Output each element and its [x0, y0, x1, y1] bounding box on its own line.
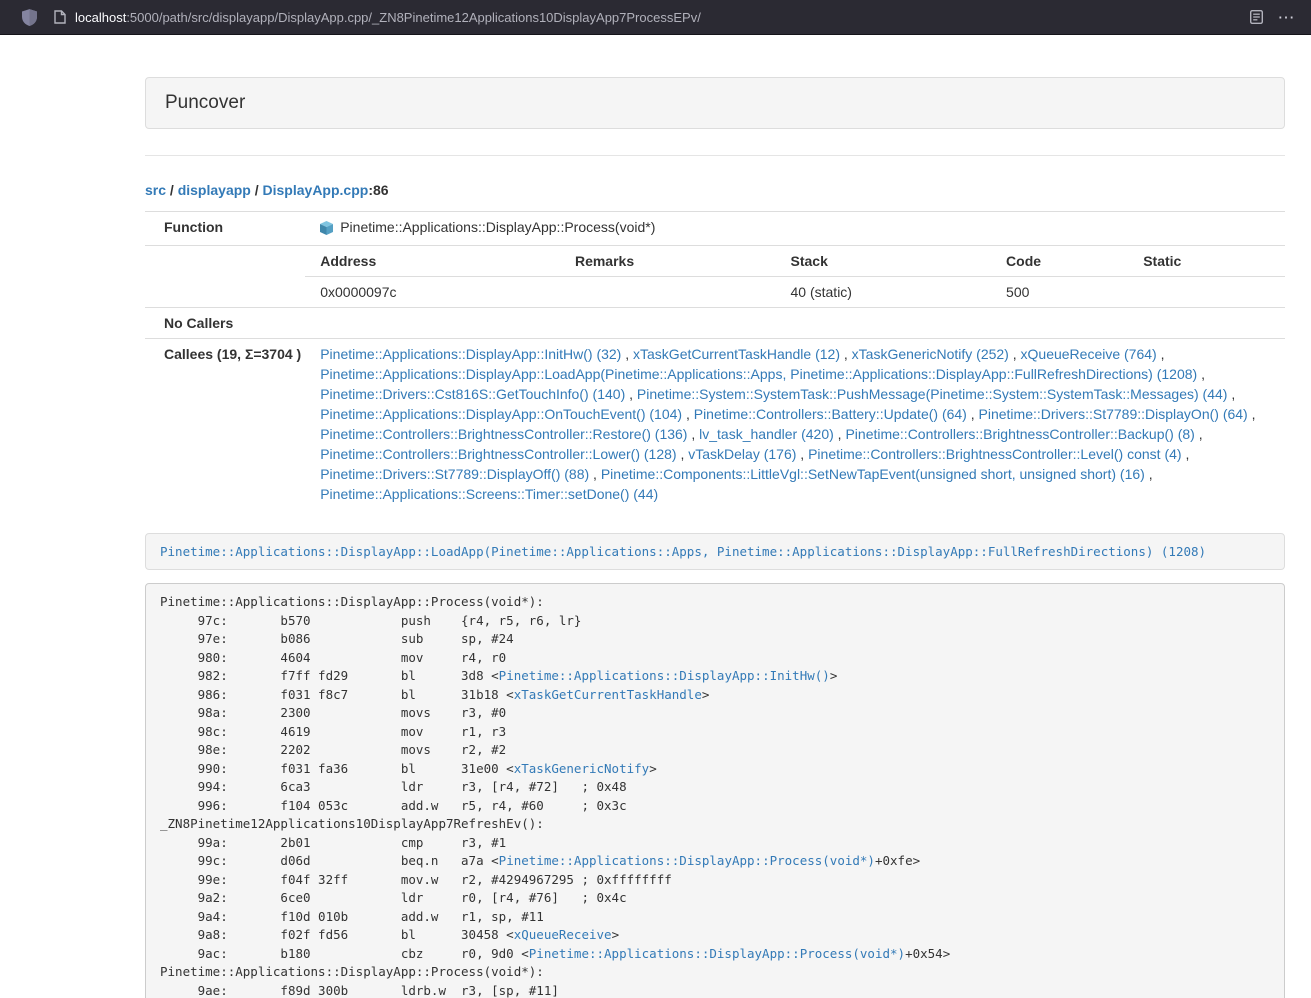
callee-link[interactable]: vTaskDelay (176): [688, 446, 796, 462]
code-symbol-link[interactable]: xTaskGetCurrentTaskHandle: [514, 687, 702, 702]
metrics-row: Address Remarks Stack Code Static 0x0000…: [145, 246, 1285, 308]
callee-link[interactable]: Pinetime::System::SystemTask::PushMessag…: [637, 386, 1228, 402]
column-header-static: Static: [1128, 246, 1285, 277]
function-name: Pinetime::Applications::DisplayApp::Proc…: [340, 217, 655, 237]
breadcrumb: src / displayapp / DisplayApp.cpp:86: [145, 182, 1285, 198]
column-header-stack: Stack: [776, 246, 992, 277]
code-symbol-link[interactable]: Pinetime::Applications::DisplayApp::Proc…: [499, 853, 875, 868]
no-callers-label: No Callers: [145, 308, 305, 339]
column-header-code: Code: [991, 246, 1128, 277]
stack-value: 40 (static): [776, 277, 992, 308]
url-host: localhost: [75, 10, 126, 25]
kebab-menu-icon[interactable]: ⋯: [1271, 3, 1301, 31]
callees-label: Callees (19, Σ=3704 ): [145, 339, 305, 510]
callee-link[interactable]: Pinetime::Applications::DisplayApp::Init…: [320, 346, 621, 362]
callee-link[interactable]: Pinetime::Controllers::BrightnessControl…: [320, 426, 687, 442]
callee-link[interactable]: xQueueReceive (764): [1021, 346, 1157, 362]
url-path: :5000/path/src/displayapp/DisplayApp.cpp…: [126, 10, 701, 25]
callee-link[interactable]: xTaskGenericNotify (252): [852, 346, 1009, 362]
metrics-values-row: 0x0000097c 40 (static) 500: [305, 277, 1285, 308]
callee-link[interactable]: Pinetime::Components::LittleVgl::SetNewT…: [601, 466, 1145, 482]
callee-link[interactable]: Pinetime::Applications::Screens::Timer::…: [320, 486, 658, 502]
breadcrumb-separator: /: [251, 182, 263, 198]
callee-link[interactable]: Pinetime::Applications::DisplayApp::Load…: [320, 366, 1197, 382]
callee-link[interactable]: Pinetime::Applications::DisplayApp::OnTo…: [320, 406, 682, 422]
breadcrumb-separator: /: [166, 182, 178, 198]
no-callers-row: No Callers: [145, 308, 1285, 339]
callee-link[interactable]: Pinetime::Controllers::Battery::Update()…: [694, 406, 967, 422]
code-size-value: 500: [991, 277, 1128, 308]
tracking-protection-shield-icon[interactable]: [22, 9, 37, 26]
column-header-remarks: Remarks: [560, 246, 776, 277]
code-symbol-link[interactable]: xQueueReceive: [514, 927, 612, 942]
breadcrumb-file-link[interactable]: DisplayApp.cpp: [263, 182, 369, 198]
callees-list: Pinetime::Applications::DisplayApp::Init…: [305, 339, 1285, 510]
callee-link[interactable]: Pinetime::Drivers::Cst816S::GetTouchInfo…: [320, 386, 625, 402]
callee-link[interactable]: lv_task_handler (420): [699, 426, 834, 442]
function-row: Function Pinetime::Applications::Display…: [145, 212, 1285, 246]
static-value: [1128, 277, 1285, 308]
code-symbol-link[interactable]: Pinetime::Applications::DisplayApp::Init…: [499, 668, 830, 683]
browser-toolbar: localhost:5000/path/src/displayapp/Displ…: [0, 0, 1311, 35]
page-proxy-icon[interactable]: [54, 10, 66, 24]
page-title: Puncover: [165, 92, 245, 113]
callee-link[interactable]: Pinetime::Controllers::BrightnessControl…: [845, 426, 1194, 442]
divider: [145, 155, 1285, 156]
symbol-panel: Pinetime::Applications::DisplayApp::Load…: [145, 533, 1285, 570]
callee-link[interactable]: Pinetime::Controllers::BrightnessControl…: [320, 446, 676, 462]
loadapp-symbol-link[interactable]: Pinetime::Applications::DisplayApp::Load…: [160, 544, 1206, 559]
code-symbol-link[interactable]: xTaskGenericNotify: [514, 761, 649, 776]
column-header-address: Address: [305, 246, 560, 277]
app-title-panel: Puncover: [145, 77, 1285, 129]
metrics-table: Address Remarks Stack Code Static 0x0000…: [305, 246, 1285, 307]
function-label: Function: [145, 212, 305, 246]
page-content: Puncover src / displayapp / DisplayApp.c…: [0, 35, 1311, 998]
breadcrumb-line-number: :86: [368, 182, 388, 198]
remarks-value: [560, 277, 776, 308]
function-type-icon: [320, 220, 333, 240]
breadcrumb-displayapp-link[interactable]: displayapp: [178, 182, 251, 198]
breadcrumb-src-link[interactable]: src: [145, 182, 166, 198]
callee-link[interactable]: Pinetime::Drivers::St7789::DisplayOn() (…: [979, 406, 1248, 422]
callee-link[interactable]: xTaskGetCurrentTaskHandle (12): [633, 346, 840, 362]
function-table: Function Pinetime::Applications::Display…: [145, 211, 1285, 509]
code-symbol-link[interactable]: Pinetime::Applications::DisplayApp::Proc…: [529, 946, 905, 961]
address-value: 0x0000097c: [305, 277, 560, 308]
callee-link[interactable]: Pinetime::Controllers::BrightnessControl…: [808, 446, 1181, 462]
callee-link[interactable]: Pinetime::Drivers::St7789::DisplayOff() …: [320, 466, 589, 482]
disassembly-block: Pinetime::Applications::DisplayApp::Proc…: [145, 583, 1285, 998]
url-bar[interactable]: localhost:5000/path/src/displayapp/Displ…: [75, 10, 701, 25]
callees-row: Callees (19, Σ=3704 ) Pinetime::Applicat…: [145, 339, 1285, 510]
reader-view-icon[interactable]: [1241, 3, 1271, 31]
